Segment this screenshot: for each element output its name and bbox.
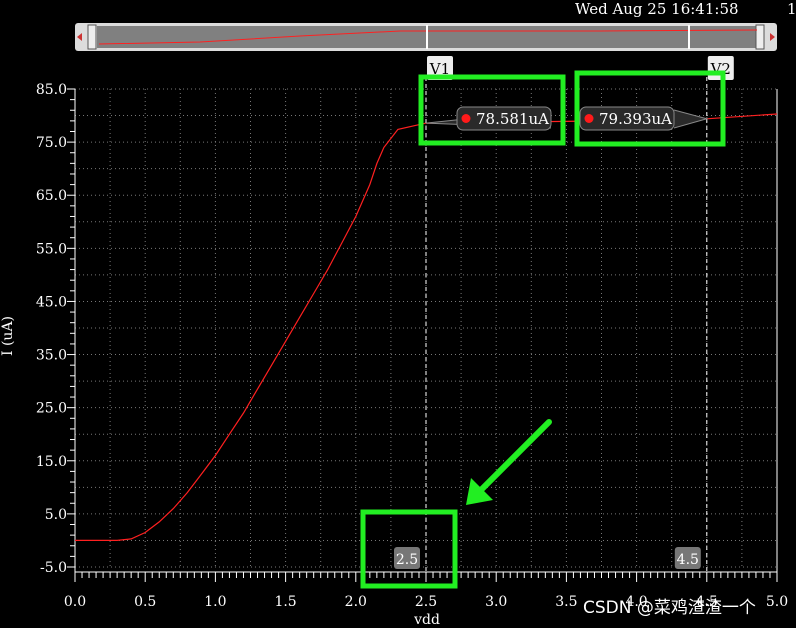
y-tick-label: 75.0 <box>36 135 67 151</box>
marker-dot-v2 <box>584 114 594 123</box>
x-tick-label: 3.0 <box>485 594 507 610</box>
y-tick-label: 65.0 <box>36 188 67 204</box>
x-tick-label: 0.5 <box>134 594 156 610</box>
marker-x-label-v2: 4.5 <box>677 552 699 568</box>
y-tick-label: 45.0 <box>36 294 67 310</box>
x-tick-label: 5.0 <box>766 594 788 610</box>
x-axis-label: vdd <box>413 612 440 628</box>
tick-labels: 0.0 0.5 1.0 1.5 2.0 2.5 3.0 3.5 4.0 4.5 5.085.075.… <box>36 82 788 610</box>
grid <box>74 88 778 568</box>
x-tick-label: 1.0 <box>204 594 226 610</box>
x-tick-label: 0.0 <box>64 594 86 610</box>
marker-value-v1: 78.581uA <box>476 110 549 128</box>
highlight-arrow-shaft <box>476 419 552 495</box>
y-tick-label: 5.0 <box>45 507 67 523</box>
x-tick-label: 2.5 <box>415 594 437 610</box>
marker-value-v2: 79.393uA <box>599 110 672 128</box>
y-tick-label: 55.0 <box>36 241 67 257</box>
y-axis-label: I (uA) <box>0 316 16 356</box>
x-tick-label: 1.5 <box>274 594 296 610</box>
y-tick-label: 15.0 <box>36 454 67 470</box>
y-tick-label: 85.0 <box>36 82 67 98</box>
x-tick-label: 2.0 <box>345 594 367 610</box>
marker-pointer-v2 <box>673 109 709 129</box>
y-tick-label: 25.0 <box>36 401 67 417</box>
x-tick-label: 3.5 <box>555 594 577 610</box>
scrollbar-left-handle[interactable] <box>87 24 97 50</box>
y-tick-label: -5.0 <box>40 560 67 576</box>
overview-scrollbar[interactable] <box>75 23 777 51</box>
marker-dot-v1 <box>461 114 471 123</box>
scrollbar-right-handle[interactable] <box>755 24 765 50</box>
watermark: CSDN @菜鸡渣渣一个 <box>583 598 756 618</box>
marker-x-label-v1: 2.5 <box>396 552 418 568</box>
y-tick-label: 35.0 <box>36 348 67 364</box>
chart[interactable]: 0.0 0.5 1.0 1.5 2.0 2.5 3.0 3.5 4.0 4.5 5.085.075.… <box>0 0 796 628</box>
